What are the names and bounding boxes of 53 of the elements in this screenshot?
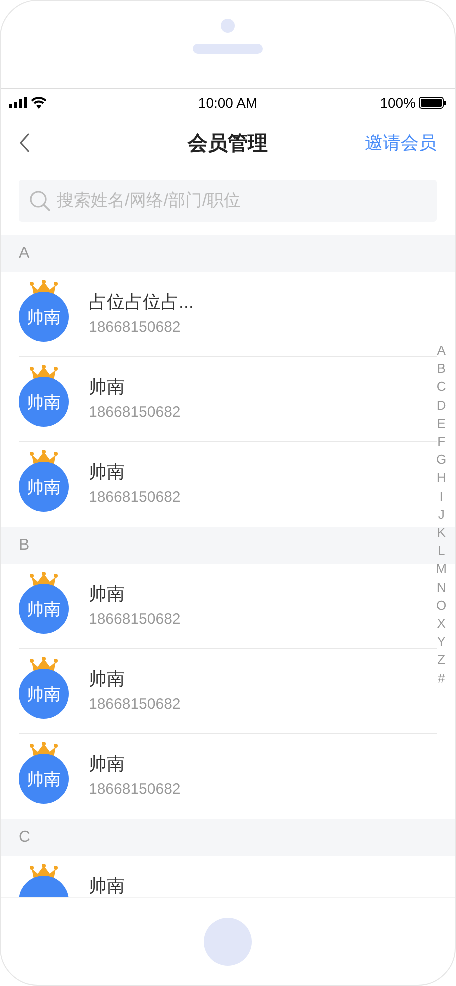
search-field[interactable]: 搜索姓名/网络/部门/职位 xyxy=(19,180,437,222)
signal-icon xyxy=(9,97,27,108)
page-title: 会员管理 xyxy=(188,132,268,154)
member-name: 帅南 xyxy=(89,876,125,896)
index-letter[interactable]: J xyxy=(438,506,445,524)
index-letter[interactable]: F xyxy=(438,433,446,452)
section-letter: A xyxy=(19,244,30,262)
index-letter[interactable]: L xyxy=(438,542,446,560)
invite-member-button[interactable]: 邀请会员 xyxy=(365,131,437,155)
wifi-icon xyxy=(31,96,47,108)
member-phone: 18668150682 xyxy=(89,781,181,799)
index-letter[interactable]: D xyxy=(436,396,446,415)
member-name: 帅南 xyxy=(89,584,126,604)
section-letter: C xyxy=(19,828,31,846)
avatar: 帅南 xyxy=(19,754,69,804)
avatar: 帅南 xyxy=(19,584,69,634)
index-letter[interactable]: O xyxy=(436,596,447,616)
index-letter[interactable]: I xyxy=(440,488,444,506)
speaker-grille xyxy=(193,44,263,54)
member-phone: 18668150682 xyxy=(89,489,181,507)
member-phone: 18668150682 xyxy=(89,611,181,629)
battery-percent: 100% xyxy=(380,94,416,110)
index-letter[interactable]: E xyxy=(437,414,446,434)
member-phone: 18668150682 xyxy=(89,696,181,714)
member-name: 帅南 xyxy=(89,669,126,689)
index-letter[interactable]: H xyxy=(436,469,446,488)
index-letter[interactable]: K xyxy=(437,524,446,542)
member-name: 帅南 xyxy=(89,462,126,482)
battery-icon xyxy=(419,96,447,108)
index-letter[interactable]: M xyxy=(436,560,447,579)
camera-dot xyxy=(221,19,235,33)
index-letter[interactable]: G xyxy=(436,451,447,470)
index-letter[interactable]: Y xyxy=(437,633,446,652)
index-letter[interactable]: # xyxy=(438,670,446,688)
member-phone: 18668150682 xyxy=(89,319,182,337)
search-icon xyxy=(29,190,51,212)
status-time: 10:00 AM xyxy=(198,94,258,110)
avatar: 帅南 xyxy=(19,462,69,512)
index-letter[interactable]: B xyxy=(437,360,446,378)
index-letter[interactable]: A xyxy=(437,342,446,360)
avatar: 帅南 xyxy=(19,377,69,427)
avatar: 帅南 xyxy=(19,669,69,719)
search-input[interactable]: 搜索姓名/网络/部门/职位 xyxy=(57,191,427,211)
index-letter[interactable]: X xyxy=(437,615,446,634)
index-letter[interactable]: Z xyxy=(438,651,446,670)
member-name: 帅南 xyxy=(89,377,126,397)
section-letter: B xyxy=(19,536,30,554)
member-phone: 18668150682 xyxy=(89,404,181,422)
member-name: 帅南 xyxy=(89,754,126,774)
member-name: 占位占位占... xyxy=(89,292,194,312)
index-letter[interactable]: C xyxy=(436,378,446,397)
index-letter[interactable]: N xyxy=(436,578,446,597)
avatar: 帅南 xyxy=(19,292,69,342)
